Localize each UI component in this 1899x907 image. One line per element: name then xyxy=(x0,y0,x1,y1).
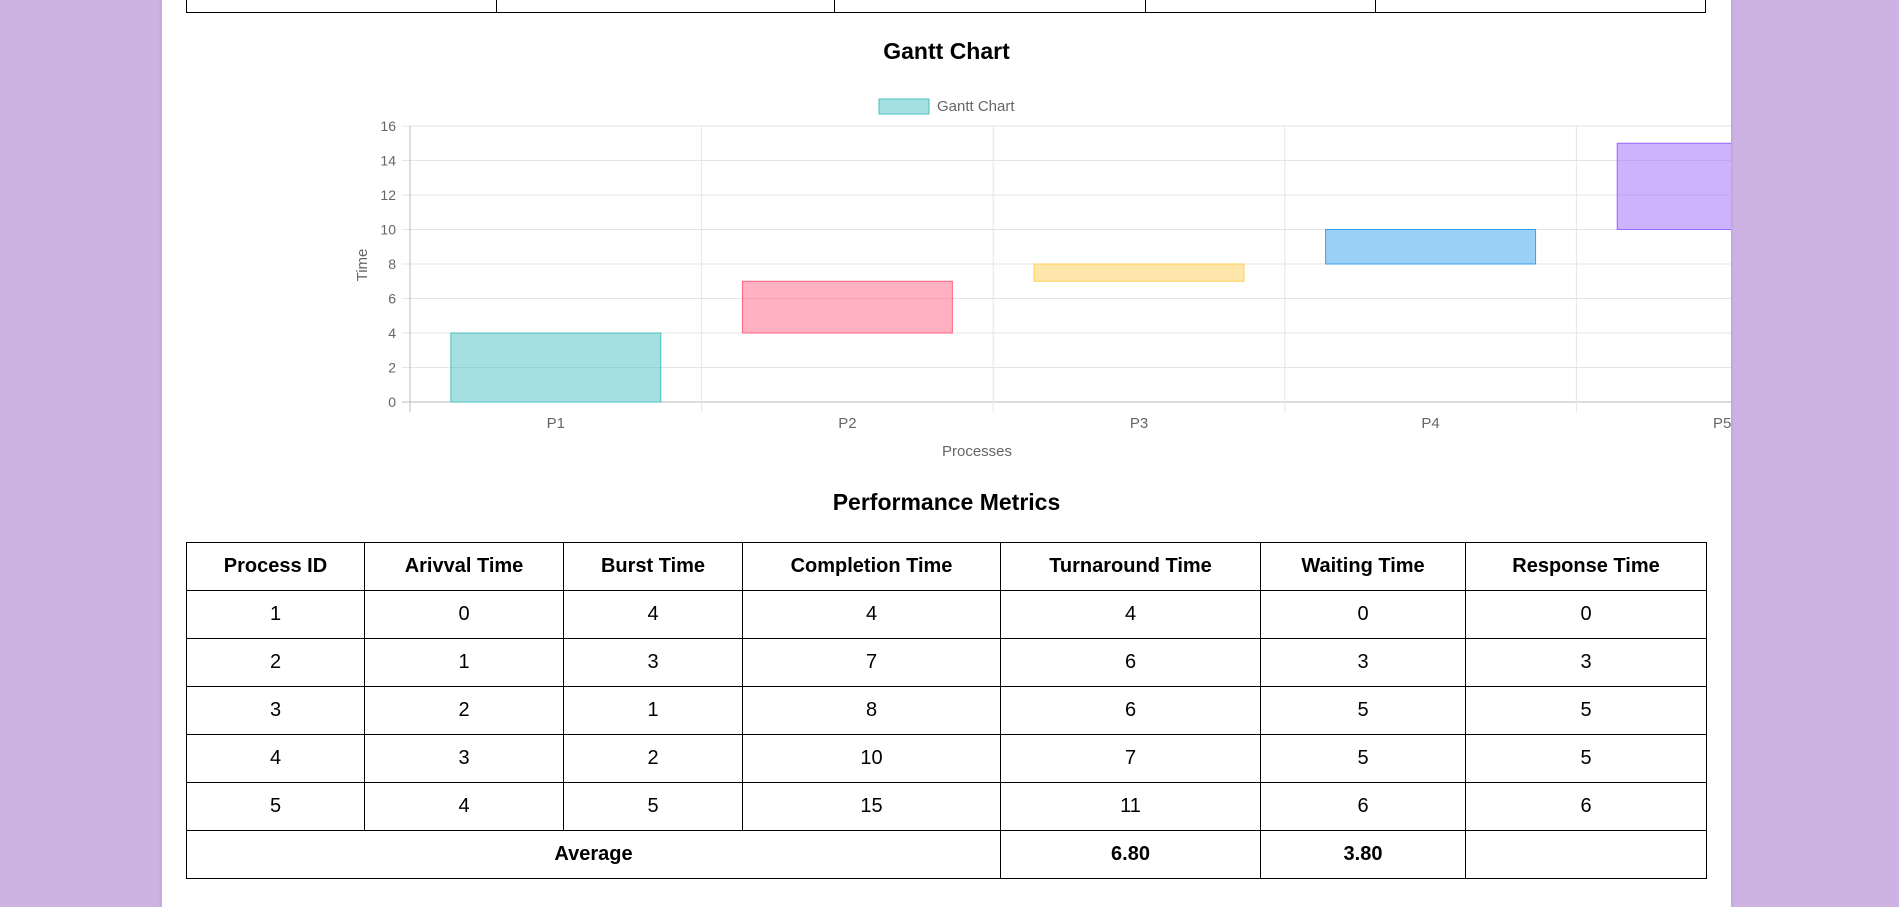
average-row: Average 6.80 3.80 xyxy=(186,830,1707,879)
average-waiting: 3.80 xyxy=(1260,830,1466,879)
y-tick-label: 6 xyxy=(388,291,396,307)
table-cell: 4 xyxy=(364,782,564,831)
x-axis-title: Processes xyxy=(942,443,1012,460)
gantt-chart: 0 2 4 6 8 10 12 14 16 P1 P2 P3 P4 P5 Gantt Chart Time… xyxy=(354,98,1731,460)
y-tick-label: 2 xyxy=(388,360,396,376)
table-cell: 2 xyxy=(364,686,564,735)
main-panel: Gantt Chart 0 2 4 6 8 10 12 14 16 P1 P2 P3 P4 P5 Gant… xyxy=(162,0,1731,907)
gantt-bar-p3[interactable] xyxy=(1033,263,1245,282)
table-cell: 5 xyxy=(1260,686,1466,735)
average-label: Average xyxy=(186,830,1001,879)
average-response xyxy=(1465,830,1707,879)
table-cell: 5 xyxy=(563,782,743,831)
table-row: 3 2 1 8 6 5 5 xyxy=(186,686,1707,735)
gantt-bar-p5[interactable] xyxy=(1616,142,1731,230)
table-cell: 5 xyxy=(1465,734,1707,783)
header-burst-time: Burst Time xyxy=(563,542,743,591)
legend-swatch xyxy=(878,98,930,115)
table-header-row: Process ID Arivval Time Burst Time Compl… xyxy=(186,542,1707,591)
x-tick-label: P4 xyxy=(1421,415,1439,432)
table-row: 2 1 3 7 6 3 3 xyxy=(186,638,1707,687)
chart-legend[interactable]: Gantt Chart xyxy=(878,98,1015,115)
gantt-bar-p1[interactable] xyxy=(450,332,662,403)
x-tick-label: P5 xyxy=(1713,415,1731,432)
table-row: 5 4 5 15 11 6 6 xyxy=(186,782,1707,831)
gantt-bar-p4[interactable] xyxy=(1325,229,1537,265)
x-tick-label: P1 xyxy=(547,415,565,432)
table-cell: 1 xyxy=(364,638,564,687)
table-cell: 11 xyxy=(1000,782,1261,831)
table-cell: 3 xyxy=(563,638,743,687)
y-tick-label: 14 xyxy=(380,153,396,169)
header-response-time: Response Time xyxy=(1465,542,1707,591)
header-completion-time: Completion Time xyxy=(742,542,1001,591)
table-row: 1 0 4 4 4 0 0 xyxy=(186,590,1707,639)
x-tick-label: P3 xyxy=(1130,415,1148,432)
x-tick-label: P2 xyxy=(838,415,856,432)
table-cell: 4 xyxy=(563,590,743,639)
table-row: 4 3 2 10 7 5 5 xyxy=(186,734,1707,783)
header-turnaround-time: Turnaround Time xyxy=(1000,542,1261,591)
table-cell: 4 xyxy=(1000,590,1261,639)
table-cell: 2 xyxy=(186,638,365,687)
table-cell: 4 xyxy=(742,590,1001,639)
y-axis-title: Time xyxy=(354,249,371,282)
y-tick-label: 8 xyxy=(388,256,396,272)
header-waiting-time: Waiting Time xyxy=(1260,542,1466,591)
table-cell: 6 xyxy=(1000,686,1261,735)
table-cell: 0 xyxy=(1465,590,1707,639)
table-cell: 10 xyxy=(742,734,1001,783)
table-cell: 0 xyxy=(364,590,564,639)
table-cell: 5 xyxy=(1465,686,1707,735)
table-cell: 15 xyxy=(742,782,1001,831)
table-cell: 3 xyxy=(186,686,365,735)
y-tick-label: 0 xyxy=(388,394,396,410)
header-arrival-time: Arivval Time xyxy=(364,542,564,591)
table-cell: 1 xyxy=(563,686,743,735)
table-cell: 3 xyxy=(1260,638,1466,687)
table-cell: 1 xyxy=(186,590,365,639)
table-cell: 8 xyxy=(742,686,1001,735)
table-cell: 7 xyxy=(742,638,1001,687)
y-tick-label: 12 xyxy=(380,187,396,203)
table-cell: 6 xyxy=(1465,782,1707,831)
table-cell: 5 xyxy=(186,782,365,831)
table-cell: 3 xyxy=(1465,638,1707,687)
table-cell: 3 xyxy=(364,734,564,783)
y-tick-label: 4 xyxy=(388,325,396,341)
table-cell: 7 xyxy=(1000,734,1261,783)
y-tick-label: 16 xyxy=(380,118,396,134)
average-turnaround: 6.80 xyxy=(1000,830,1261,879)
table-cell: 6 xyxy=(1000,638,1261,687)
legend-label: Gantt Chart xyxy=(937,98,1015,115)
performance-metrics-table: Process ID Arivval Time Burst Time Compl… xyxy=(186,542,1707,879)
table-cell: 2 xyxy=(563,734,743,783)
table-cell: 6 xyxy=(1260,782,1466,831)
header-process-id: Process ID xyxy=(186,542,365,591)
table-cell: 0 xyxy=(1260,590,1466,639)
y-tick-label: 10 xyxy=(380,222,396,238)
gantt-bar-p2[interactable] xyxy=(741,280,953,334)
table-cell: 5 xyxy=(1260,734,1466,783)
chart-bars xyxy=(450,142,1731,403)
performance-metrics-title: Performance Metrics xyxy=(832,489,1061,515)
table-cell: 4 xyxy=(186,734,365,783)
